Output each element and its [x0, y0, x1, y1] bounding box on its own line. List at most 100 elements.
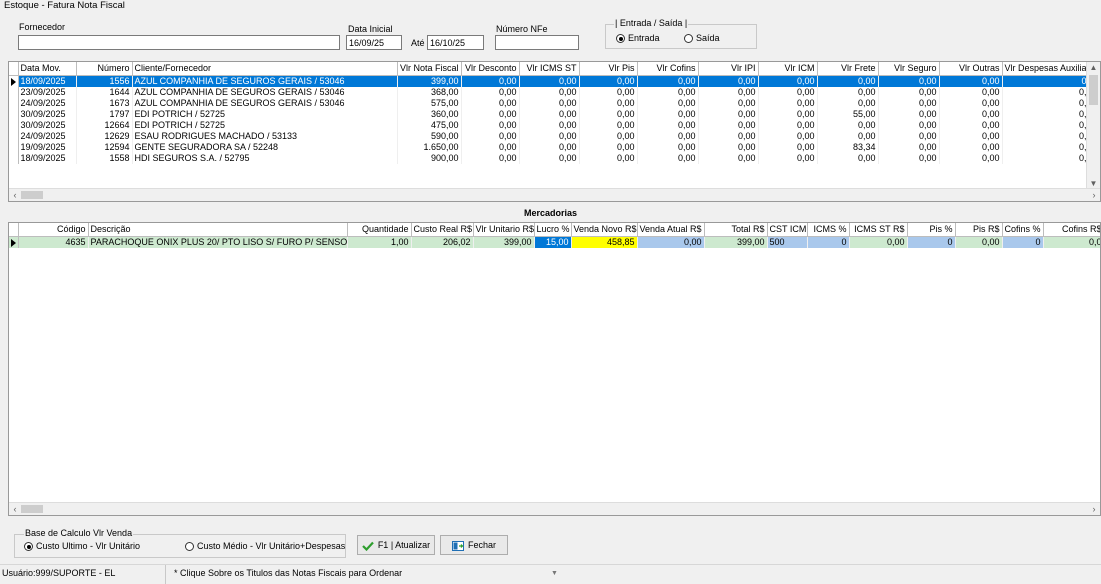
scroll-left-icon[interactable]: ‹ — [9, 503, 21, 515]
table-cell[interactable]: AZUL COMPANHIA DE SEGUROS GERAIS / 53046 — [132, 98, 398, 109]
table-cell[interactable]: 0, — [1002, 87, 1090, 98]
table-cell[interactable]: 0,00 — [637, 120, 699, 131]
col-header[interactable]: Lucro % — [534, 223, 572, 237]
table-cell[interactable]: 0,00 — [939, 120, 1003, 131]
data-final-input[interactable] — [427, 35, 484, 50]
table-cell[interactable]: 0, — [1002, 142, 1090, 153]
table-cell[interactable]: 0 — [1002, 75, 1090, 87]
table-cell[interactable]: 368,00 — [397, 87, 462, 98]
table-cell[interactable]: 1556 — [76, 75, 133, 87]
table-cell[interactable]: 18/09/2025 — [18, 153, 77, 164]
table-cell[interactable]: 0,00 — [817, 120, 879, 131]
custo-medio-radio[interactable]: Custo Médio - Vlr Unitário+Despesas — [185, 541, 345, 552]
table-cell[interactable]: 18/09/2025 — [18, 75, 77, 87]
table-cell[interactable]: 0,00 — [878, 98, 940, 109]
table-cell[interactable]: 0,0 — [1043, 236, 1100, 248]
col-header[interactable]: Venda Novo R$ — [571, 223, 638, 237]
table-cell[interactable]: 12594 — [76, 142, 133, 153]
table-cell[interactable]: 0,00 — [461, 142, 520, 153]
table-cell[interactable]: GENTE SEGURADORA SA / 52248 — [132, 142, 398, 153]
table-cell[interactable]: 0,00 — [758, 87, 818, 98]
table-cell[interactable]: 399,00 — [397, 75, 462, 87]
notas-hscroll[interactable]: ‹ › — [9, 188, 1100, 201]
status-dropdown-icon[interactable]: ▼ — [549, 565, 561, 584]
table-cell[interactable]: 0,00 — [878, 75, 940, 87]
table-cell[interactable]: 0 — [807, 236, 850, 248]
mercadorias-hscroll[interactable]: ‹ › — [9, 502, 1100, 515]
table-cell[interactable]: 0,00 — [698, 142, 759, 153]
table-cell[interactable]: 55,00 — [817, 109, 879, 120]
table-cell[interactable]: 0,00 — [461, 98, 520, 109]
table-cell[interactable]: 0, — [1002, 153, 1090, 164]
row-indicator[interactable] — [9, 75, 19, 87]
scroll-thumb[interactable] — [21, 505, 43, 513]
table-cell[interactable]: 0,00 — [955, 236, 1003, 248]
table-cell[interactable]: 0,00 — [758, 98, 818, 109]
table-cell[interactable]: 0,00 — [519, 153, 580, 164]
table-cell[interactable]: 0,00 — [637, 236, 705, 248]
scroll-right-icon[interactable]: › — [1088, 189, 1100, 201]
table-cell[interactable]: 15,00 — [534, 236, 572, 248]
scroll-left-icon[interactable]: ‹ — [9, 189, 21, 201]
table-cell[interactable]: 0,00 — [519, 120, 580, 131]
table-cell[interactable]: 0,00 — [939, 87, 1003, 98]
table-cell[interactable]: 0,00 — [637, 109, 699, 120]
table-cell[interactable]: 500 — [767, 236, 808, 248]
scroll-up-icon[interactable]: ▲ — [1087, 62, 1100, 73]
numero-nfe-input[interactable] — [495, 35, 579, 50]
table-row[interactable]: 18/09/2025 1558 HDI SEGUROS S.A. / 52795 90… — [9, 153, 1090, 164]
table-cell[interactable]: 0,00 — [817, 75, 879, 87]
table-cell[interactable]: 0,00 — [637, 131, 699, 142]
scroll-thumb[interactable] — [21, 191, 43, 199]
table-cell[interactable]: 0,00 — [579, 98, 638, 109]
table-cell[interactable]: 0,00 — [817, 153, 879, 164]
row-indicator[interactable] — [9, 98, 19, 109]
table-cell[interactable]: 1644 — [76, 87, 133, 98]
table-cell[interactable]: 360,00 — [397, 109, 462, 120]
table-cell[interactable]: 0,00 — [939, 153, 1003, 164]
table-cell[interactable]: AZUL COMPANHIA DE SEGUROS GERAIS / 53046 — [132, 87, 398, 98]
table-cell[interactable]: AZUL COMPANHIA DE SEGUROS GERAIS / 53046 — [132, 75, 398, 87]
table-cell[interactable]: 0,00 — [637, 98, 699, 109]
row-indicator[interactable] — [9, 87, 19, 98]
table-cell[interactable]: 0,00 — [817, 87, 879, 98]
table-cell[interactable]: 0,00 — [849, 236, 908, 248]
table-cell[interactable]: 0,00 — [878, 142, 940, 153]
col-header[interactable]: Vlr Outras — [939, 62, 1003, 76]
saida-radio[interactable]: Saída — [684, 33, 720, 44]
notas-grid[interactable]: Data Mov. Número Cliente/Fornecedor Vlr … — [8, 61, 1101, 202]
table-cell[interactable]: 0,00 — [758, 120, 818, 131]
table-cell[interactable]: 0,00 — [698, 153, 759, 164]
table-cell[interactable]: EDI POTRICH / 52725 — [132, 120, 398, 131]
table-cell[interactable]: 0,00 — [579, 87, 638, 98]
col-header[interactable]: Vlr Pis — [579, 62, 638, 76]
table-cell[interactable]: 0,00 — [637, 87, 699, 98]
col-header[interactable]: Pis % — [907, 223, 956, 237]
entrada-radio[interactable]: Entrada — [616, 33, 660, 44]
row-indicator[interactable] — [9, 109, 19, 120]
table-cell[interactable]: 30/09/2025 — [18, 120, 77, 131]
col-header[interactable]: Número — [76, 62, 133, 76]
mercadorias-grid[interactable]: Código Descrição Quantidade Custo Real R… — [8, 222, 1101, 516]
table-cell[interactable]: 0,00 — [461, 120, 520, 131]
table-cell[interactable]: 1558 — [76, 153, 133, 164]
table-cell[interactable]: 0,00 — [698, 131, 759, 142]
scroll-right-icon[interactable]: › — [1088, 503, 1100, 515]
table-cell[interactable]: 0,00 — [939, 131, 1003, 142]
table-cell[interactable]: 23/09/2025 — [18, 87, 77, 98]
table-cell[interactable]: 1673 — [76, 98, 133, 109]
table-cell[interactable]: 0,00 — [698, 109, 759, 120]
table-cell[interactable]: 458,85 — [571, 236, 638, 248]
col-header[interactable]: Cliente/Fornecedor — [132, 62, 398, 76]
table-cell[interactable]: 12629 — [76, 131, 133, 142]
table-row[interactable]: 24/09/2025 1673 AZUL COMPANHIA DE SEGUROS … — [9, 98, 1090, 109]
table-cell[interactable]: 0,00 — [758, 153, 818, 164]
table-cell[interactable]: 0,00 — [461, 131, 520, 142]
col-header[interactable]: Vlr Despesas Auxilia — [1002, 62, 1090, 76]
table-row[interactable]: 19/09/2025 12594 GENTE SEGURADORA SA / 522… — [9, 142, 1090, 153]
col-header[interactable]: Descrição — [88, 223, 348, 237]
table-cell[interactable]: 0,00 — [758, 131, 818, 142]
table-cell[interactable]: 0,00 — [637, 153, 699, 164]
table-cell[interactable]: 1.650,00 — [397, 142, 462, 153]
table-row[interactable]: 4635 PARACHOQUE ONIX PLUS 20/ PTO LISO S/… — [9, 236, 1100, 248]
